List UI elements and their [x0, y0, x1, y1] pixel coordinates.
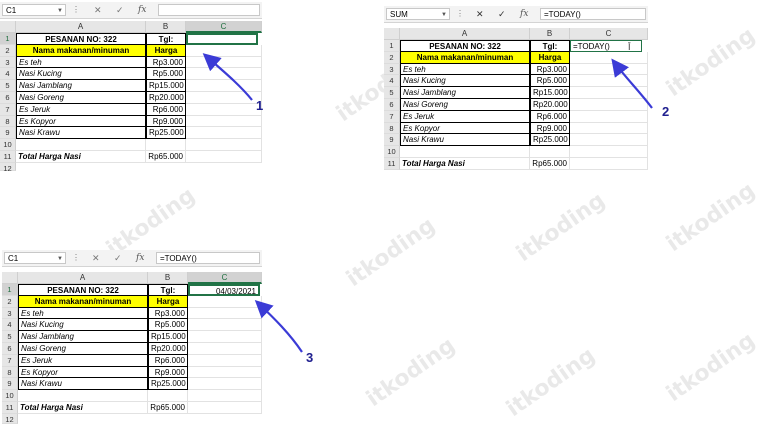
annotation-arrows — [202, 53, 653, 353]
step-label-3: 3 — [306, 350, 314, 365]
arrow-step-1 — [202, 53, 253, 101]
step-label-2: 2 — [662, 104, 670, 119]
step-label-1: 1 — [256, 98, 264, 113]
arrow-step-3 — [254, 299, 303, 353]
arrow-step-2 — [611, 58, 653, 109]
